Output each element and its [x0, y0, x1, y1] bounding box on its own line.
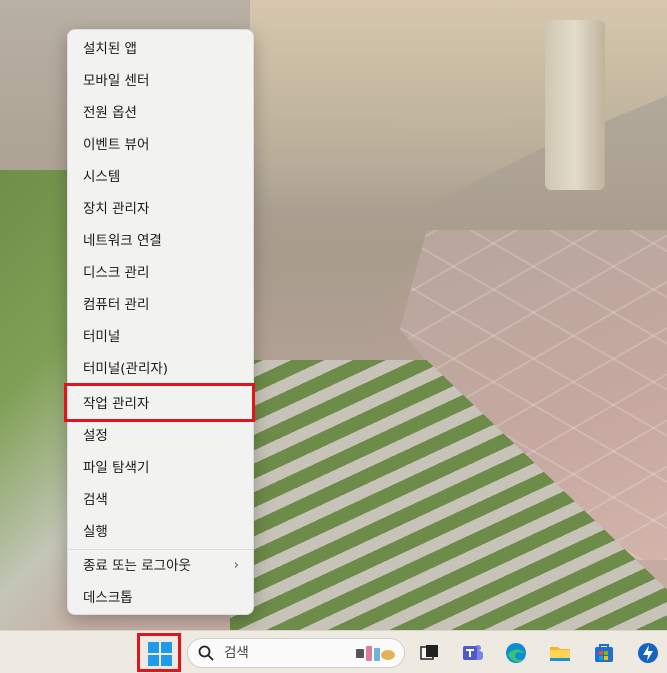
menu-item-label: 검색 — [83, 492, 108, 508]
menu-item-settings[interactable]: 설정 — [68, 421, 253, 451]
quick-assist-icon[interactable] — [636, 641, 660, 665]
menu-item-mobility-center[interactable]: 모바일 센터 — [68, 66, 253, 96]
menu-item-run[interactable]: 실행 — [68, 517, 253, 547]
menu-item-terminal-admin[interactable]: 터미널(관리자) — [68, 354, 253, 384]
menu-item-label: 전원 옵션 — [83, 105, 137, 121]
menu-item-label: 네트워크 연결 — [83, 233, 162, 249]
menu-item-system[interactable]: 시스템 — [68, 162, 253, 192]
menu-item-search[interactable]: 검색 — [68, 485, 253, 515]
start-highlight-outline — [137, 633, 181, 672]
menu-item-event-viewer[interactable]: 이벤트 뷰어 — [68, 130, 253, 160]
menu-item-label: 터미널 — [83, 329, 121, 345]
file-explorer-icon[interactable] — [548, 641, 572, 665]
menu-separator — [68, 549, 253, 550]
task-view-icon[interactable] — [417, 641, 441, 665]
menu-item-disk-management[interactable]: 디스크 관리 — [68, 258, 253, 288]
store-icon[interactable] — [592, 641, 616, 665]
menu-item-label: 시스템 — [83, 169, 121, 185]
menu-item-label: 터미널(관리자) — [83, 361, 169, 377]
menu-item-label: 컴퓨터 관리 — [83, 297, 150, 313]
chevron-right-icon: › — [233, 558, 239, 573]
menu-item-installed-apps[interactable]: 설치된 앱 — [68, 34, 253, 64]
menu-item-desktop[interactable]: 데스크톱 — [68, 583, 253, 613]
search-icon — [198, 645, 214, 661]
menu-item-label: 모바일 센터 — [83, 73, 150, 89]
taskbar-search-box[interactable]: 검색 — [187, 638, 405, 668]
menu-item-label: 종료 또는 로그아웃 — [83, 558, 191, 574]
menu-item-label: 데스크톱 — [83, 590, 133, 606]
menu-item-network-connections[interactable]: 네트워크 연결 — [68, 226, 253, 256]
menu-item-power-options[interactable]: 전원 옵션 — [68, 98, 253, 128]
teams-icon[interactable] — [461, 641, 485, 665]
menu-item-shutdown-signout[interactable]: 종료 또는 로그아웃 › — [68, 551, 253, 581]
menu-item-label: 설정 — [83, 428, 108, 444]
menu-item-label: 장치 관리자 — [83, 201, 150, 217]
menu-item-terminal[interactable]: 터미널 — [68, 322, 253, 352]
menu-item-device-manager[interactable]: 장치 관리자 — [68, 194, 253, 224]
edge-icon[interactable] — [504, 641, 528, 665]
wallpaper-tower — [545, 20, 605, 190]
winx-context-menu: 설치된 앱 모바일 센터 전원 옵션 이벤트 뷰어 시스템 장치 관리자 네트워… — [67, 29, 254, 615]
menu-item-label: 파일 탐색기 — [83, 460, 150, 476]
search-highlight-icon — [356, 646, 395, 661]
menu-item-computer-management[interactable]: 컴퓨터 관리 — [68, 290, 253, 320]
menu-item-label: 디스크 관리 — [83, 265, 150, 281]
search-label: 검색 — [224, 645, 249, 661]
menu-item-file-explorer[interactable]: 파일 탐색기 — [68, 453, 253, 483]
menu-item-label: 이벤트 뷰어 — [83, 137, 150, 153]
menu-item-label: 실행 — [83, 524, 108, 540]
highlight-outline — [64, 383, 255, 422]
menu-item-label: 설치된 앱 — [83, 41, 137, 57]
